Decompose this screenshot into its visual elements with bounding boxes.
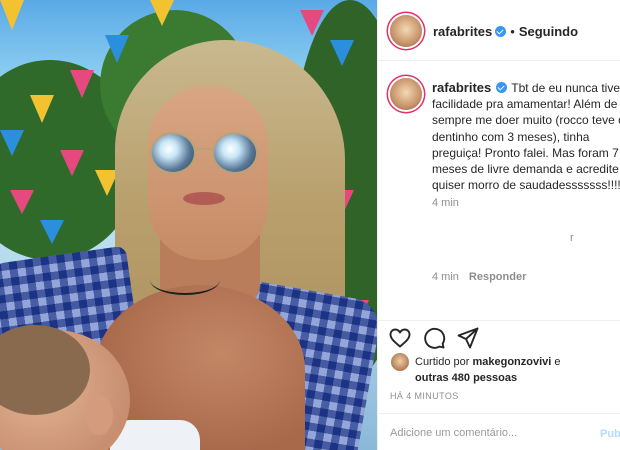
following-button[interactable]: Seguindo xyxy=(519,24,578,39)
liker-avatar[interactable] xyxy=(391,353,409,371)
caption-line: dentinho com 3 meses), tinha xyxy=(432,129,590,144)
bunting-flag xyxy=(330,40,354,66)
bunting-flag xyxy=(30,95,54,123)
stray-character: r xyxy=(570,232,574,244)
post-photo[interactable] xyxy=(0,0,377,450)
heart-icon[interactable] xyxy=(388,326,412,350)
share-icon[interactable] xyxy=(456,326,480,350)
bunting-flag xyxy=(105,35,129,63)
caption-line: quiser morro de saudadesssssss!!!!!! xyxy=(432,178,620,193)
caption-time[interactable]: 4 min xyxy=(432,197,459,209)
baby-ear xyxy=(85,395,113,435)
comment-bar: Publicar xyxy=(378,413,620,450)
liked-by-others[interactable]: outras 480 pessoas xyxy=(415,372,517,384)
separator-dot: • xyxy=(510,24,515,39)
bunting-flag xyxy=(0,130,24,156)
bunting-flag xyxy=(300,10,324,36)
publish-button[interactable]: Publicar xyxy=(600,428,620,440)
caption: rafabrites Tbt de eu nunca tive facilidad… xyxy=(432,80,620,193)
liked-by-prefix: Curtido por xyxy=(415,356,470,368)
avatar[interactable] xyxy=(390,15,422,47)
verified-badge-icon xyxy=(495,26,507,37)
caption-line: preguiça! Pronto falei. Mas foram 7 xyxy=(432,145,619,160)
bunting-flag xyxy=(40,220,64,244)
comment-time[interactable]: 4 min xyxy=(432,271,459,283)
bunting-flag xyxy=(70,70,94,98)
reply-button[interactable]: Responder xyxy=(469,271,526,283)
comment-input[interactable] xyxy=(390,427,570,439)
likes-summary: Curtido por makegonzovivi e outras 480 p… xyxy=(415,354,561,386)
caption-line: sempre me doer muito (rocco teve o xyxy=(432,113,620,128)
caption-line: meses de livre demanda e acredite se xyxy=(432,162,620,177)
verified-badge-icon xyxy=(496,82,508,93)
post-header: rafabrites • Seguindo xyxy=(378,0,620,61)
comment-meta: 4 min Responder xyxy=(432,271,526,283)
bunting-flag xyxy=(150,0,174,26)
comment-icon[interactable] xyxy=(422,326,446,350)
caption-line: Tbt de eu nunca tive xyxy=(511,81,620,95)
post-timestamp[interactable]: HÁ 4 MINUTOS xyxy=(390,391,459,401)
header-username[interactable]: rafabrites xyxy=(433,24,492,39)
pane-divider xyxy=(377,0,378,450)
action-bar xyxy=(378,320,620,350)
bunting-flag xyxy=(60,150,84,176)
bunting-flag xyxy=(0,0,24,30)
sunglasses xyxy=(150,132,260,178)
caption-avatar[interactable] xyxy=(390,78,422,110)
lips xyxy=(183,192,225,205)
caption-username[interactable]: rafabrites xyxy=(432,80,491,95)
liked-by-user[interactable]: makegonzovivi xyxy=(472,356,551,368)
bunting-flag xyxy=(10,190,34,214)
liked-by-and: e xyxy=(554,356,561,368)
caption-line: facilidade pra amamentar! Além de xyxy=(432,97,618,112)
necklace xyxy=(150,265,220,295)
